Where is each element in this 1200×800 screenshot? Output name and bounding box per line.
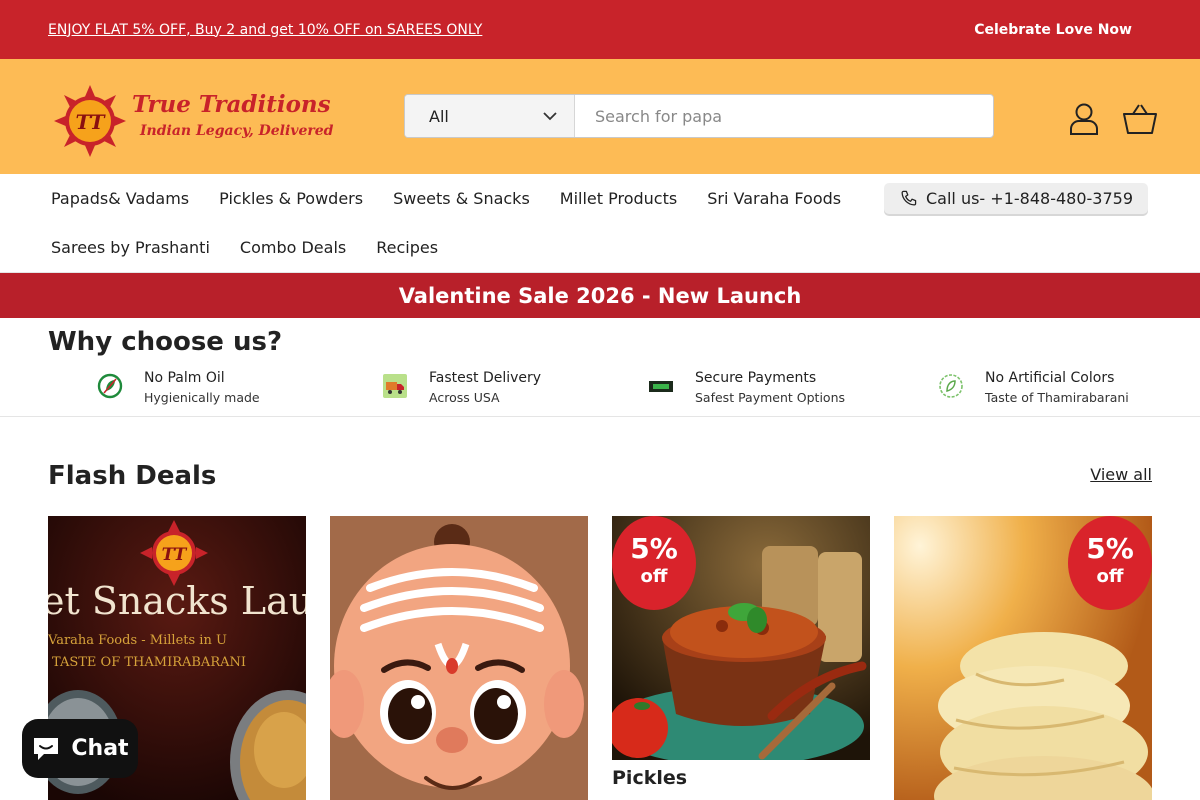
search-bar: All xyxy=(404,94,994,138)
chat-bubble-icon xyxy=(34,737,59,760)
feature-subtitle: Across USA xyxy=(429,390,500,405)
flash-deals-title: Flash Deals xyxy=(48,461,217,491)
logo-emblem-icon: TT xyxy=(54,85,126,157)
nav-item-recipes[interactable]: Recipes xyxy=(361,238,453,257)
feature-title: No Palm Oil xyxy=(144,370,225,386)
svg-text:TT: TT xyxy=(162,545,188,565)
why-title: Why choose us? xyxy=(48,327,283,357)
delivery-truck-icon xyxy=(382,373,408,399)
discount-badge-off: off xyxy=(640,566,668,587)
feature-title: Fastest Delivery xyxy=(429,370,542,386)
cart-icon[interactable] xyxy=(1122,101,1158,137)
nav-item-sri-varaha[interactable]: Sri Varaha Foods xyxy=(692,189,856,208)
svg-text:Varaha Foods - Millets in U: Varaha Foods - Millets in U xyxy=(48,633,227,648)
chat-button[interactable]: Chat xyxy=(22,719,138,778)
discount-badge: 5% off xyxy=(612,516,696,610)
feature-subtitle: Hygienically made xyxy=(144,390,260,405)
promo-link[interactable]: ENJOY FLAT 5% OFF, Buy 2 and get 10% OFF… xyxy=(48,22,482,38)
nav-item-combo[interactable]: Combo Deals xyxy=(225,238,361,257)
call-us-button[interactable]: Call us- +1-848-480-3759 xyxy=(884,183,1148,214)
discount-badge-off: off xyxy=(1096,566,1124,587)
why-choose-us: Why choose us? No Palm Oil Hygienically … xyxy=(0,318,1200,417)
feature-no-artificial-colors: No Artificial Colors Taste of Thamirabar… xyxy=(938,368,1129,408)
feature-secure-payments: Secure Payments Safest Payment Options xyxy=(648,368,845,408)
chat-label: Chat xyxy=(71,736,129,761)
feature-title: No Artificial Colors xyxy=(985,370,1115,386)
product-image xyxy=(330,516,588,800)
card-icon xyxy=(648,373,674,399)
search-input[interactable] xyxy=(575,95,993,137)
natural-icon xyxy=(938,373,964,399)
feature-subtitle: Safest Payment Options xyxy=(695,390,845,405)
product-card-pickles[interactable]: 5% off Pickles xyxy=(612,516,870,800)
announcement-bar: ENJOY FLAT 5% OFF, Buy 2 and get 10% OFF… xyxy=(0,0,1200,59)
main-nav: Papads& Vadams Pickles & Powders Sweets … xyxy=(0,174,1200,273)
leaf-icon xyxy=(97,373,123,399)
account-icon[interactable] xyxy=(1066,101,1102,137)
svg-text:et Snacks Lau: et Snacks Lau xyxy=(48,579,306,623)
sale-banner[interactable]: Valentine Sale 2026 - New Launch xyxy=(0,273,1200,318)
discount-badge-percent: 5% xyxy=(1086,532,1134,565)
chevron-down-icon xyxy=(543,112,557,121)
svg-text:TT: TT xyxy=(75,110,106,134)
discount-badge-percent: 5% xyxy=(630,532,678,565)
feature-fastest-delivery: Fastest Delivery Across USA xyxy=(382,368,541,408)
call-us-label: Call us- +1-848-480-3759 xyxy=(926,189,1133,208)
store-logo[interactable]: TT True Traditions Indian Legacy, Delive… xyxy=(54,85,344,157)
feature-subtitle: Taste of Thamirabarani xyxy=(985,390,1129,405)
nav-item-pickles[interactable]: Pickles & Powders xyxy=(204,189,378,208)
phone-icon xyxy=(901,190,917,206)
product-card-papad[interactable]: 5% off xyxy=(894,516,1152,800)
nav-item-sweets[interactable]: Sweets & Snacks xyxy=(378,189,545,208)
nav-item-sarees[interactable]: Sarees by Prashanti xyxy=(36,238,225,257)
feature-no-palm-oil: No Palm Oil Hygienically made xyxy=(97,368,260,408)
search-category-select[interactable]: All xyxy=(405,95,575,137)
nav-item-millet[interactable]: Millet Products xyxy=(545,189,692,208)
logo-subtitle: Indian Legacy, Delivered xyxy=(140,123,334,139)
svg-text:TASTE OF THAMIRABARANI: TASTE OF THAMIRABARANI xyxy=(52,655,246,670)
celebrate-link[interactable]: Celebrate Love Now xyxy=(974,22,1132,38)
search-category-value: All xyxy=(429,106,449,126)
feature-title: Secure Payments xyxy=(695,370,817,386)
view-all-link[interactable]: View all xyxy=(1090,465,1152,484)
logo-title: True Traditions xyxy=(132,91,331,118)
discount-badge: 5% off xyxy=(1068,516,1152,610)
product-card-cartoon[interactable] xyxy=(330,516,588,800)
sale-banner-text: Valentine Sale 2026 - New Launch xyxy=(398,283,802,308)
nav-item-papads[interactable]: Papads& Vadams xyxy=(36,189,204,208)
product-title[interactable]: Pickles xyxy=(612,767,687,789)
